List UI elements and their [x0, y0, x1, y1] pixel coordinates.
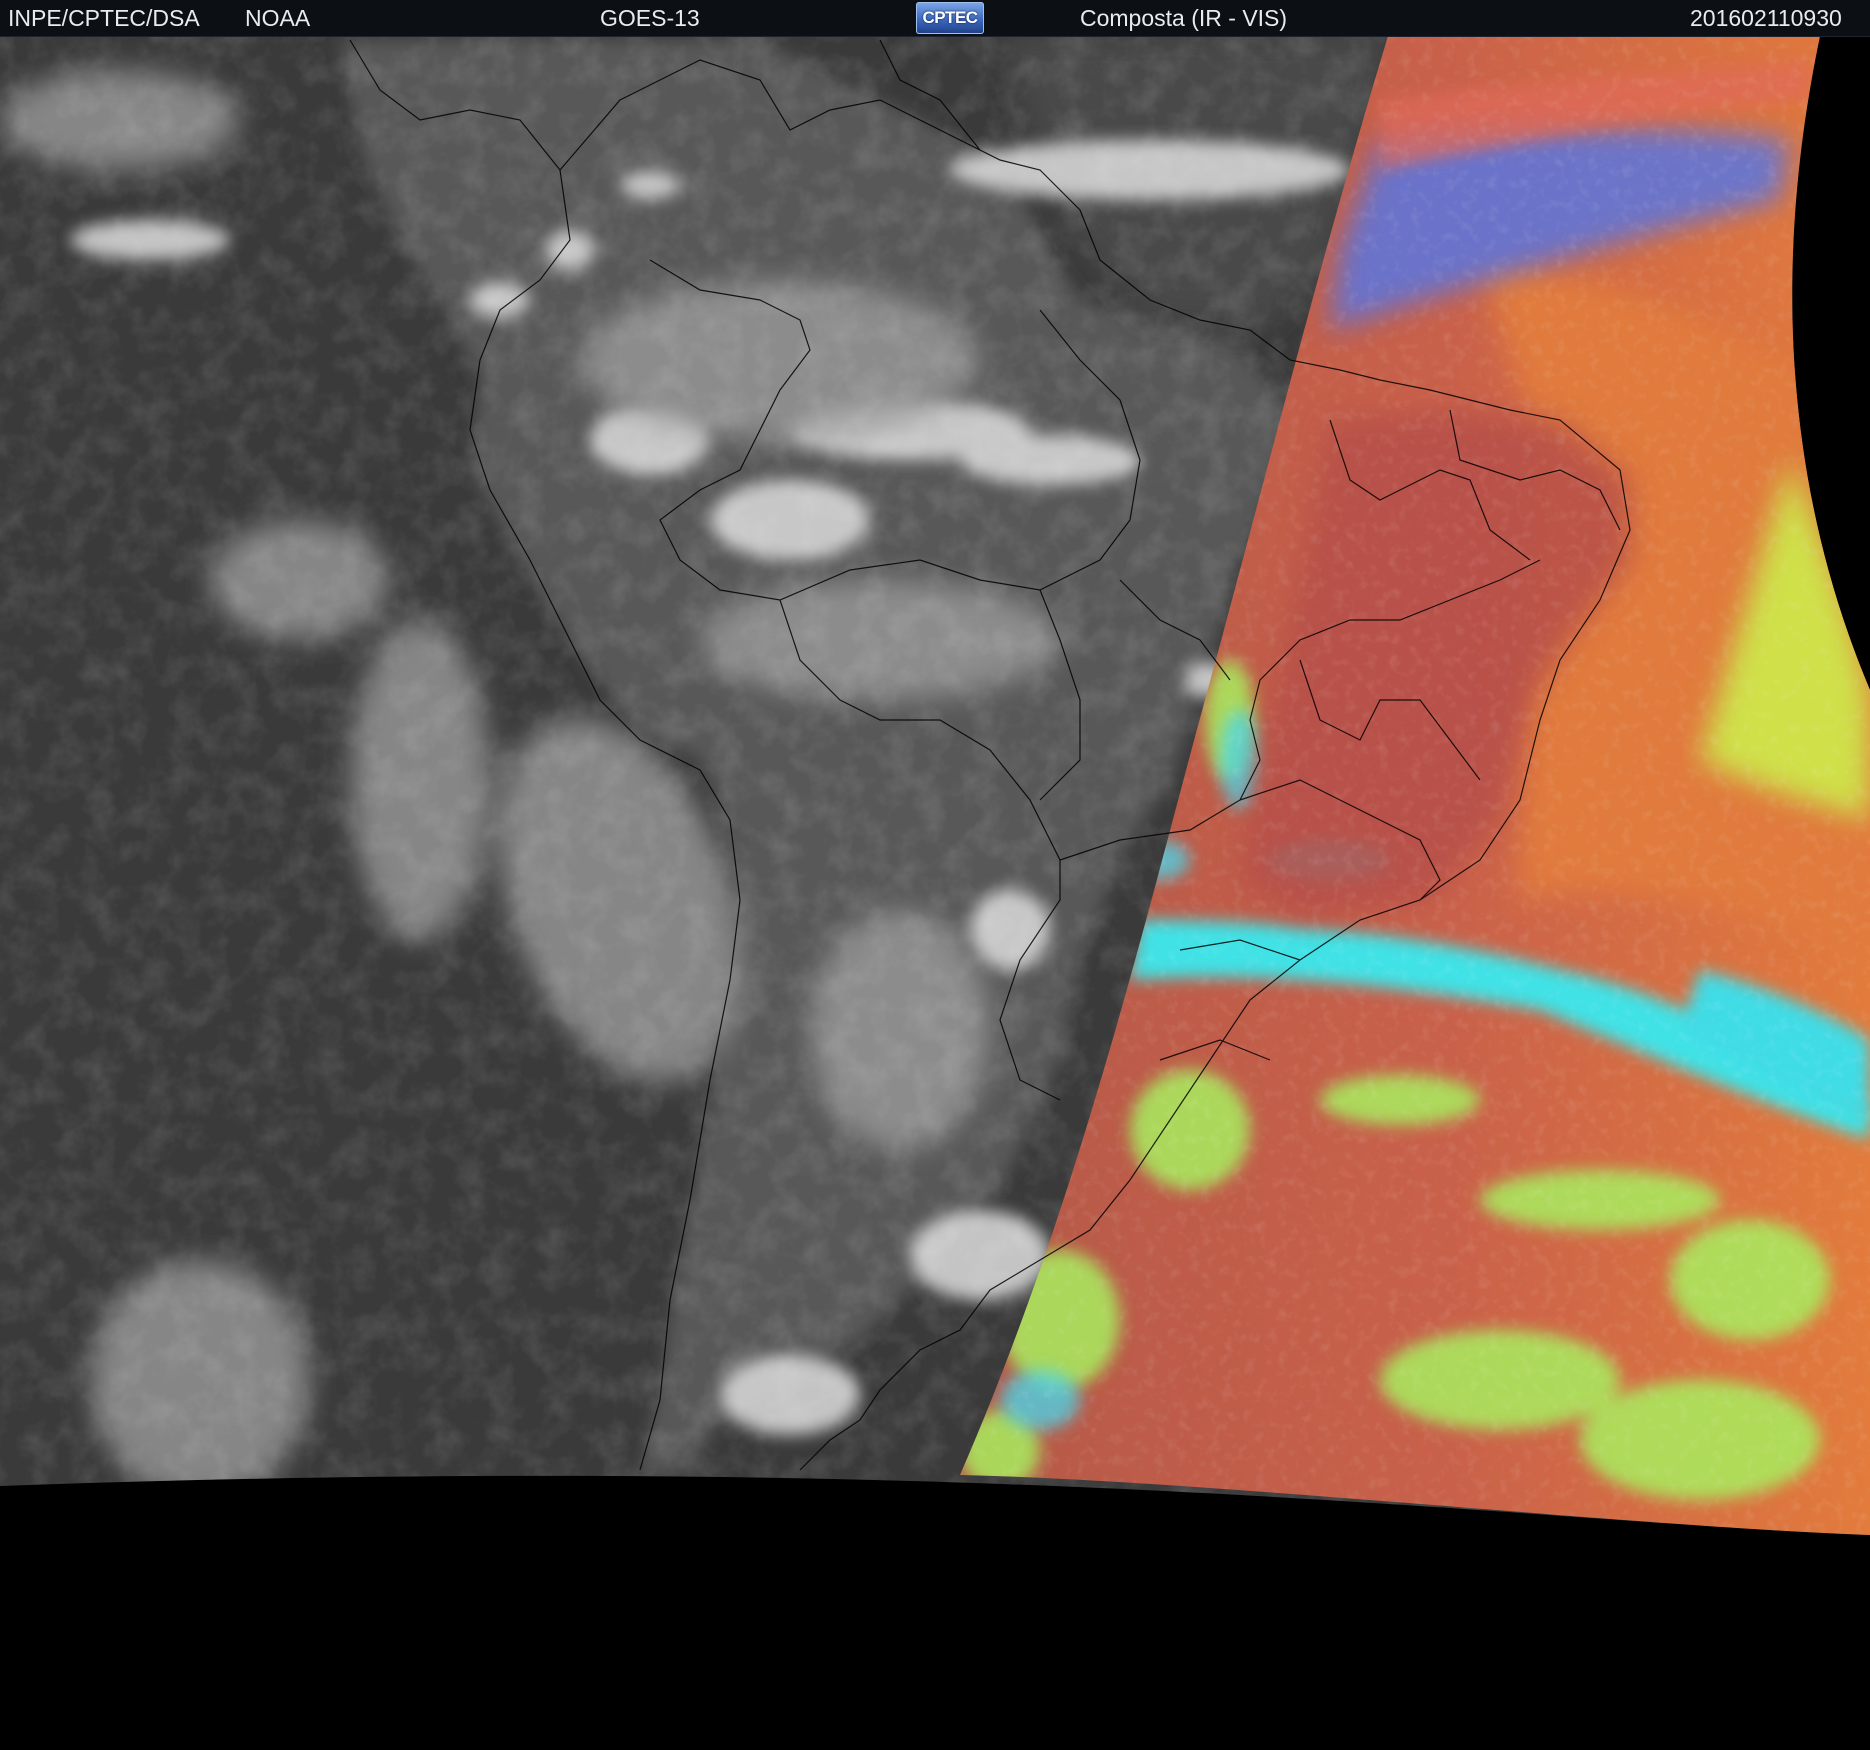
timestamp-label: 201602110930	[1690, 5, 1842, 31]
satellite-label: GOES-13	[600, 5, 700, 31]
product-label: Composta (IR - VIS)	[1080, 5, 1288, 31]
satellite-image-viewer: INPE/CPTEC/DSA NOAA GOES-13 CPTEC Compos…	[0, 0, 1870, 1750]
partner-label: NOAA	[245, 5, 311, 31]
satellite-imagery	[0, 36, 1870, 1535]
header-bar: INPE/CPTEC/DSA NOAA GOES-13 CPTEC Compos…	[0, 0, 1870, 37]
cptec-logo-text: CPTEC	[922, 8, 978, 27]
cptec-logo: CPTEC	[916, 2, 984, 34]
agency-label: INPE/CPTEC/DSA	[8, 5, 200, 31]
